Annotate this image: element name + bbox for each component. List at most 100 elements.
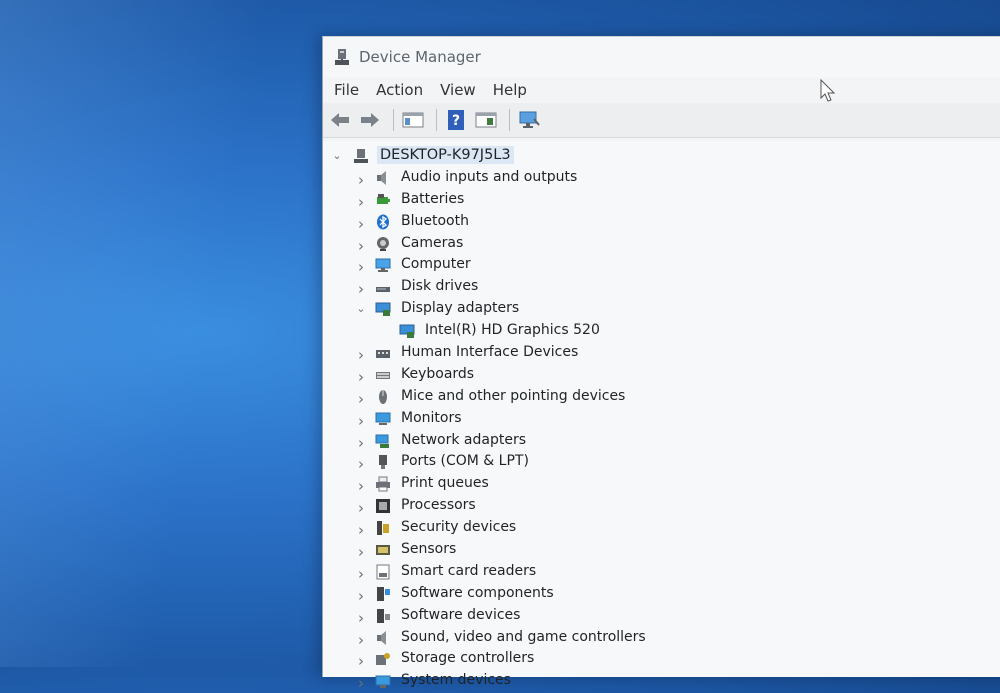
chevron-right-icon[interactable]: › — [355, 368, 367, 386]
tree-item-label: Bluetooth — [401, 212, 469, 229]
tree-item-label: Ports (COM & LPT) — [401, 453, 529, 470]
svg-text:?: ? — [452, 113, 460, 129]
tree-item-label: Smart card readers — [401, 562, 537, 579]
tree-item-label: Display adapters — [401, 300, 520, 317]
chevron-right-icon[interactable]: › — [355, 280, 367, 298]
tree-category-item[interactable]: › Sound, video and game controllers — [323, 627, 1000, 649]
tree-category-item[interactable]: › Disk drives — [323, 276, 1000, 298]
help-icon: ? — [448, 110, 464, 130]
tree-category-item[interactable]: › Monitors — [323, 408, 1000, 430]
menu-view[interactable]: View — [433, 81, 486, 99]
display-adapter-icon — [399, 323, 415, 339]
chevron-right-icon[interactable]: › — [355, 258, 367, 276]
tree-item-label: Storage controllers — [401, 650, 535, 667]
port-icon — [375, 454, 391, 470]
bluetooth-icon — [375, 214, 391, 230]
chevron-right-icon[interactable]: › — [355, 346, 367, 364]
tree-category-item[interactable]: › Computer — [323, 254, 1000, 276]
menu-file[interactable]: File — [327, 81, 369, 99]
tree-category-item[interactable]: › Processors — [323, 495, 1000, 517]
help-button[interactable]: ? — [443, 107, 469, 133]
tree-category-item[interactable]: › Software components — [323, 583, 1000, 605]
back-button[interactable] — [327, 107, 353, 133]
tree-item-label: Audio inputs and outputs — [401, 168, 578, 185]
security-device-icon — [375, 520, 391, 536]
show-hide-button[interactable] — [473, 107, 499, 133]
root-label: DESKTOP-K97J5L3 — [377, 146, 514, 164]
chevron-right-icon[interactable]: › — [355, 499, 367, 517]
chevron-right-icon[interactable]: › — [355, 193, 367, 211]
tree-category-item[interactable]: › Human Interface Devices — [323, 342, 1000, 364]
tree-item-label: Human Interface Devices — [401, 344, 579, 361]
tree-root[interactable]: ⌄ DESKTOP-K97J5L3 — [323, 145, 1000, 167]
device-manager-icon — [333, 48, 351, 66]
tree-category-item[interactable]: › Software devices — [323, 605, 1000, 627]
chevron-right-icon[interactable]: › — [355, 674, 367, 692]
tree-category-item[interactable]: › Storage controllers — [323, 648, 1000, 670]
disk-drive-icon — [375, 279, 391, 295]
chevron-right-icon[interactable]: › — [355, 587, 367, 605]
forward-button[interactable] — [357, 107, 383, 133]
tree-category-item[interactable]: › Cameras — [323, 233, 1000, 255]
properties-button[interactable] — [400, 107, 426, 133]
chevron-down-icon[interactable]: ⌄ — [355, 302, 367, 315]
tree-category-item[interactable]: ⌄ Display adapters — [323, 298, 1000, 320]
scan-hardware-button[interactable] — [516, 107, 542, 133]
toolbar-separator — [436, 109, 437, 131]
tree-item-label: Software devices — [401, 606, 521, 623]
camera-icon — [375, 236, 391, 252]
software-component-icon — [375, 586, 391, 602]
tree-category-item[interactable]: › Bluetooth — [323, 211, 1000, 233]
tree-device-item[interactable]: Intel(R) HD Graphics 520 — [323, 320, 1000, 342]
menu-help[interactable]: Help — [486, 81, 537, 99]
chevron-right-icon[interactable]: › — [355, 521, 367, 539]
tree-item-label: Software components — [401, 584, 554, 601]
chevron-right-icon[interactable]: › — [355, 477, 367, 495]
menu-bar: File Action View Help — [323, 77, 1000, 103]
tree-category-item[interactable]: › System devices — [323, 670, 1000, 692]
chevron-right-icon[interactable]: › — [355, 609, 367, 627]
chevron-right-icon[interactable]: › — [355, 215, 367, 233]
mouse-cursor-icon — [820, 78, 836, 107]
tree-item-label: System devices — [401, 672, 511, 689]
chevron-right-icon[interactable]: › — [355, 565, 367, 583]
tree-category-item[interactable]: › Audio inputs and outputs — [323, 167, 1000, 189]
tree-category-item[interactable]: › Mice and other pointing devices — [323, 386, 1000, 408]
chevron-right-icon[interactable]: › — [355, 543, 367, 561]
tree-category-item[interactable]: › Keyboards — [323, 364, 1000, 386]
tree-item-label: Network adapters — [401, 431, 526, 448]
monitor-icon — [375, 411, 391, 427]
menu-action[interactable]: Action — [369, 81, 433, 99]
properties-icon — [402, 112, 424, 128]
tree-category-item[interactable]: › Ports (COM & LPT) — [323, 451, 1000, 473]
tree-item-label: Keyboards — [401, 365, 475, 382]
storage-controller-icon — [375, 651, 391, 667]
chevron-right-icon[interactable]: › — [355, 171, 367, 189]
toolbar-separator — [509, 109, 510, 131]
title-bar[interactable]: Device Manager — [323, 37, 1000, 77]
chevron-right-icon[interactable]: › — [355, 434, 367, 452]
speaker-icon — [375, 170, 391, 186]
chevron-right-icon[interactable]: › — [355, 390, 367, 408]
tree-category-item[interactable]: › Network adapters — [323, 430, 1000, 452]
software-device-icon — [375, 608, 391, 624]
network-adapter-icon — [375, 433, 391, 449]
tree-category-item[interactable]: › Sensors — [323, 539, 1000, 561]
tree-category-item[interactable]: › Smart card readers — [323, 561, 1000, 583]
chevron-right-icon[interactable]: › — [355, 631, 367, 649]
chevron-right-icon[interactable]: › — [355, 455, 367, 473]
tree-item-label: Computer — [401, 256, 471, 273]
tree-item-label: Cameras — [401, 234, 464, 251]
tree-category-item[interactable]: › Print queues — [323, 473, 1000, 495]
tree-item-label: Intel(R) HD Graphics 520 — [425, 322, 600, 339]
chevron-right-icon[interactable]: › — [355, 652, 367, 670]
tree-item-label: Monitors — [401, 409, 462, 426]
chevron-down-icon[interactable]: ⌄ — [331, 149, 343, 162]
hid-icon — [375, 345, 391, 361]
tree-category-item[interactable]: › Batteries — [323, 189, 1000, 211]
chevron-right-icon[interactable]: › — [355, 412, 367, 430]
system-device-icon — [375, 673, 391, 689]
chevron-right-icon[interactable]: › — [355, 237, 367, 255]
sensor-icon — [375, 542, 391, 558]
tree-category-item[interactable]: › Security devices — [323, 517, 1000, 539]
